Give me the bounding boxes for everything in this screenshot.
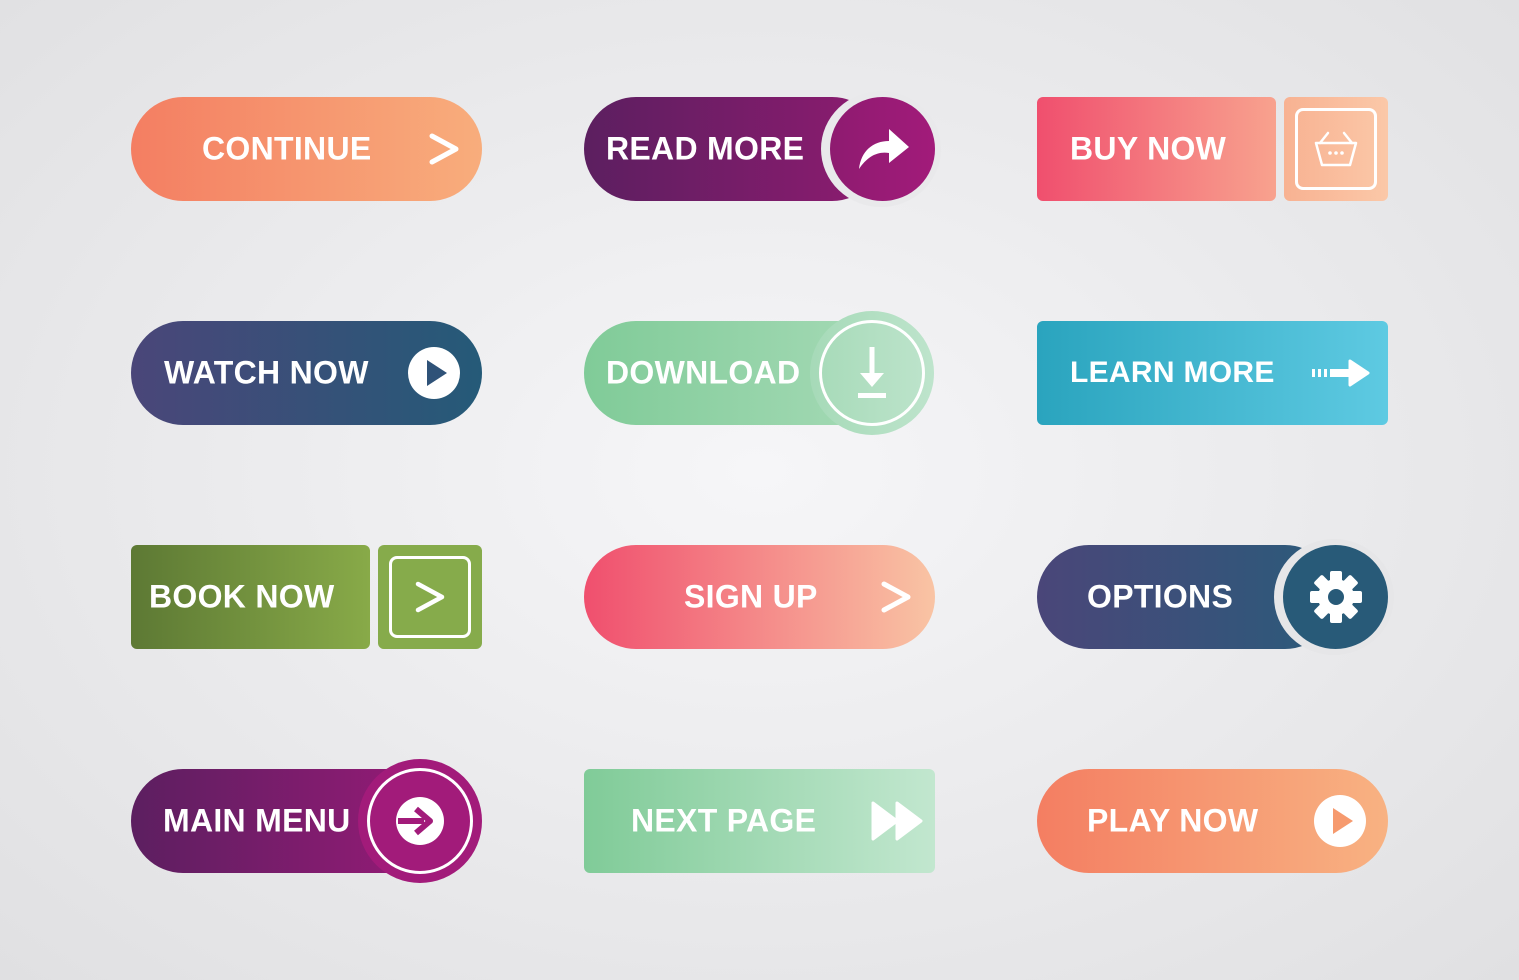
- watch-now-button[interactable]: WATCH NOW: [131, 321, 482, 425]
- main-menu-button[interactable]: MAIN MENU: [131, 759, 482, 883]
- buy-now-button[interactable]: BUY NOW: [1037, 97, 1388, 201]
- book-now-button[interactable]: BOOK NOW: [131, 545, 482, 649]
- next-page-label: NEXT PAGE: [631, 802, 817, 839]
- read-more-button[interactable]: READ MORE: [584, 91, 941, 207]
- play-now-button-body: PLAY NOW: [1037, 769, 1388, 873]
- watch-now-button-body: WATCH NOW: [131, 321, 482, 425]
- play-now-button[interactable]: PLAY NOW: [1037, 769, 1388, 873]
- next-page-button-body: NEXT PAGE: [584, 769, 935, 873]
- learn-more-button[interactable]: LEARN MORE: [1037, 321, 1388, 425]
- play-circle-icon: [1314, 795, 1366, 847]
- arrow-in-circle-icon: [358, 759, 482, 883]
- continue-label: CONTINUE: [202, 130, 372, 167]
- chevron-right-icon: [879, 579, 913, 615]
- continue-button-body: CONTINUE: [131, 97, 482, 201]
- options-label: OPTIONS: [1087, 578, 1234, 615]
- sign-up-button-body: SIGN UP: [584, 545, 935, 649]
- basket-icon-box: [1284, 97, 1388, 201]
- next-page-button[interactable]: NEXT PAGE: [584, 769, 935, 873]
- dashed-arrow-right-icon: [1312, 359, 1370, 387]
- main-menu-label: MAIN MENU: [163, 802, 351, 839]
- buy-now-label: BUY NOW: [1070, 130, 1227, 167]
- buy-now-button-body: BUY NOW: [1037, 97, 1276, 201]
- sign-up-label: SIGN UP: [684, 578, 818, 615]
- play-circle-icon: [408, 347, 460, 399]
- book-now-label: BOOK NOW: [149, 578, 335, 615]
- watch-now-label: WATCH NOW: [164, 354, 369, 391]
- sign-up-button[interactable]: SIGN UP: [584, 545, 935, 649]
- options-button[interactable]: OPTIONS: [1037, 539, 1394, 655]
- continue-button[interactable]: CONTINUE: [131, 97, 482, 201]
- book-now-button-body: BOOK NOW: [131, 545, 370, 649]
- chevron-right-icon: [427, 131, 461, 167]
- basket-icon: [1295, 108, 1377, 190]
- play-now-label: PLAY NOW: [1087, 802, 1259, 839]
- fast-forward-icon: [871, 801, 923, 841]
- chevron-right-icon: [389, 556, 471, 638]
- book-now-arrow-box: [378, 545, 482, 649]
- learn-more-button-body: LEARN MORE: [1037, 321, 1388, 425]
- gear-icon: [1283, 545, 1388, 649]
- download-label: DOWNLOAD: [606, 354, 801, 391]
- share-arrow-icon: [830, 97, 935, 201]
- learn-more-label: LEARN MORE: [1070, 356, 1275, 389]
- download-icon: [810, 311, 934, 435]
- download-button[interactable]: DOWNLOAD: [584, 311, 935, 435]
- read-more-label: READ MORE: [606, 130, 805, 167]
